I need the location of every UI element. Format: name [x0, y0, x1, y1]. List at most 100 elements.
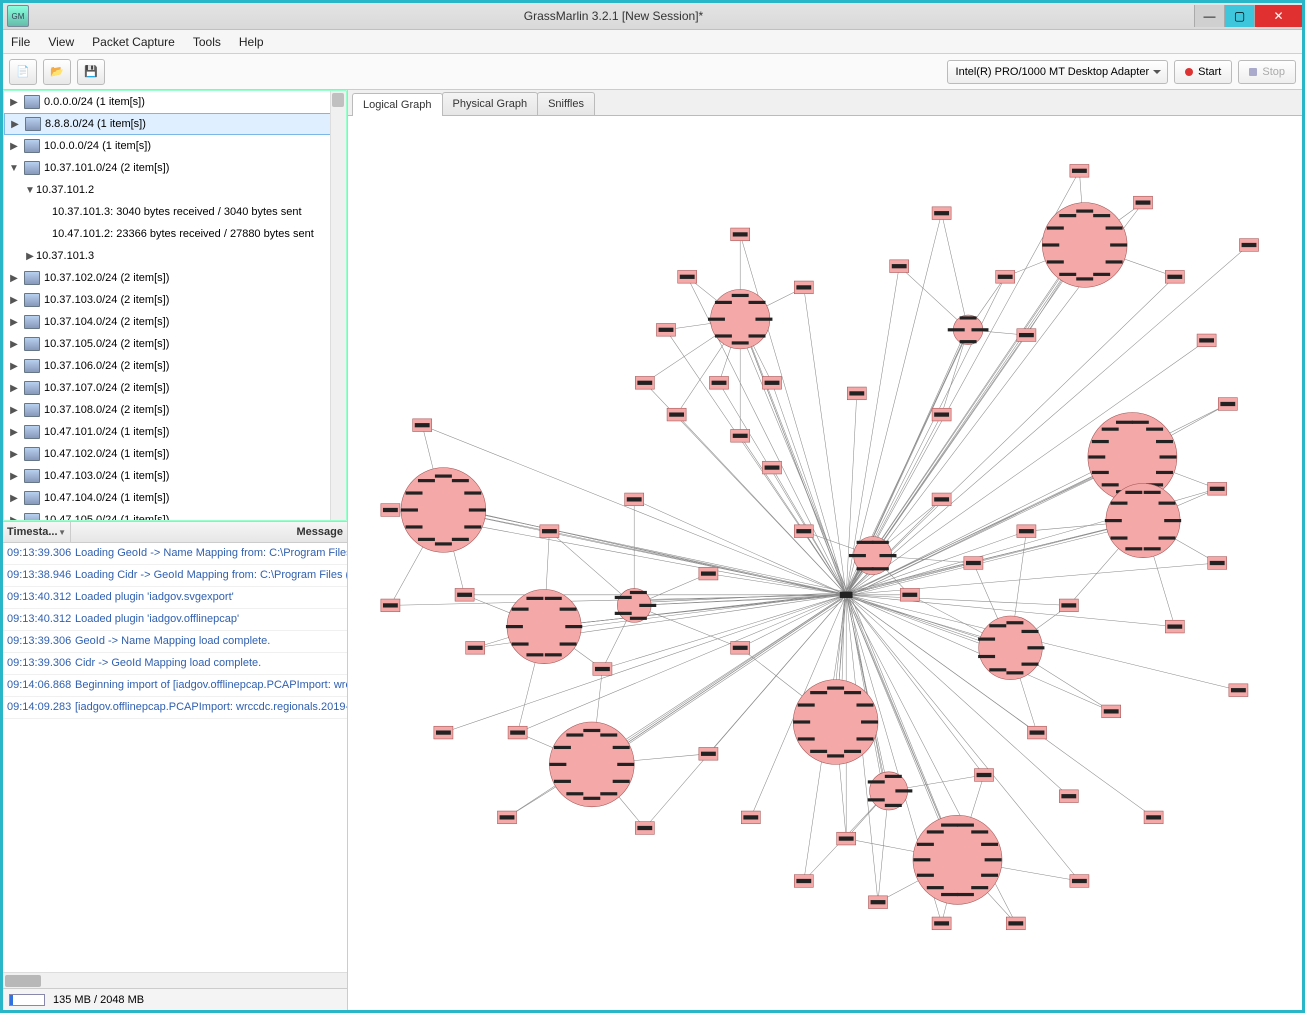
message-row[interactable]: 09:13:39.306Loading GeoId -> Name Mappin… [3, 543, 347, 565]
message-hscroll[interactable] [3, 972, 347, 988]
message-timestamp: 09:13:39.306 [3, 543, 71, 564]
message-row[interactable]: 09:13:40.312Loaded plugin 'iadgov.svgexp… [3, 587, 347, 609]
message-row[interactable]: 09:14:06.868Beginning import of [iadgov.… [3, 675, 347, 697]
message-timestamp: 09:13:39.306 [3, 653, 71, 674]
tree-row[interactable]: ▶8.8.8.0/24 (1 item[s]) [4, 113, 346, 135]
maximize-button[interactable]: ▢ [1224, 5, 1254, 27]
stop-label: Stop [1262, 66, 1285, 78]
expand-arrow-icon[interactable]: ▶ [8, 361, 20, 372]
expand-arrow-icon[interactable]: ▶ [8, 493, 20, 504]
network-adapter-select[interactable]: Intel(R) PRO/1000 MT Desktop Adapter [947, 60, 1169, 84]
menu-file[interactable]: File [11, 35, 30, 49]
expand-arrow-icon[interactable]: ▶ [8, 471, 20, 482]
message-timestamp: 09:14:09.283 [3, 697, 71, 718]
new-file-button[interactable]: 📄 [9, 59, 37, 85]
expand-arrow-icon[interactable]: ▶ [8, 405, 20, 416]
expand-arrow-icon[interactable]: ▼ [8, 163, 20, 174]
start-capture-button[interactable]: Start [1174, 60, 1232, 84]
tab-logical-graph[interactable]: Logical Graph [352, 93, 443, 116]
message-text: [iadgov.offlinepcap.PCAPImport: wrccdc.r… [71, 697, 347, 718]
tree-label: 10.37.101.2 [36, 184, 94, 196]
message-text: Beginning import of [iadgov.offlinepcap.… [71, 675, 347, 696]
menu-packet-capture[interactable]: Packet Capture [92, 35, 175, 49]
message-row[interactable]: 09:13:40.312Loaded plugin 'iadgov.offlin… [3, 609, 347, 631]
computer-icon [24, 139, 40, 153]
message-row[interactable]: 09:13:39.306GeoId -> Name Mapping load c… [3, 631, 347, 653]
open-file-button[interactable]: 📂 [43, 59, 71, 85]
expand-arrow-icon[interactable]: ▶ [8, 295, 20, 306]
expand-arrow-icon[interactable]: ▶ [8, 427, 20, 438]
tree-label: 10.0.0.0/24 (1 item[s]) [44, 140, 151, 152]
message-row[interactable]: 09:13:38.946Loading Cidr -> GeoId Mappin… [3, 565, 347, 587]
expand-arrow-icon[interactable]: ▶ [8, 449, 20, 460]
tree-row[interactable]: ▶0.0.0.0/24 (1 item[s]) [4, 91, 346, 113]
tree-row[interactable]: ▶10.37.103.0/24 (2 item[s]) [4, 289, 346, 311]
minimize-button[interactable]: — [1194, 5, 1224, 27]
expand-arrow-icon[interactable]: ▶ [24, 251, 36, 262]
adapter-label: Intel(R) PRO/1000 MT Desktop Adapter [956, 66, 1150, 78]
close-button[interactable]: ✕ [1254, 5, 1302, 27]
expand-arrow-icon[interactable]: ▶ [8, 273, 20, 284]
tree-row[interactable]: ▶10.37.104.0/24 (2 item[s]) [4, 311, 346, 333]
col-timestamp[interactable]: Timesta...▼ [3, 522, 71, 542]
menu-view[interactable]: View [48, 35, 74, 49]
record-icon [1185, 68, 1193, 76]
tree-row[interactable]: ▶ 10.47.105.0/24 (1 item[s]) [4, 509, 346, 521]
tree-row[interactable]: ▶ 10.0.0.0/24 (1 item[s]) [4, 135, 346, 157]
message-text: Cidr -> GeoId Mapping load complete. [71, 653, 347, 674]
tree-row[interactable]: ▼10.37.101.0/24 (2 item[s]) [4, 157, 346, 179]
app-icon: GM [7, 5, 29, 27]
tree-row[interactable]: ▶10.37.101.3 [4, 245, 346, 267]
tree-row[interactable]: ▶10.47.104.0/24 (1 item[s]) [4, 487, 346, 509]
tree-row[interactable]: ▶10.47.101.0/24 (1 item[s]) [4, 421, 346, 443]
computer-icon [24, 359, 40, 373]
tree-row[interactable]: 10.37.101.3: 3040 bytes received / 3040 … [4, 201, 346, 223]
computer-icon [24, 469, 40, 483]
menu-tools[interactable]: Tools [193, 35, 221, 49]
expand-arrow-icon[interactable]: ▶ [8, 383, 20, 394]
expand-arrow-icon[interactable]: ▶ [9, 119, 21, 130]
message-timestamp: 09:13:40.312 [3, 587, 71, 608]
save-button[interactable]: 💾 [77, 59, 105, 85]
tree-scrollbar[interactable] [330, 91, 346, 520]
tree-row[interactable]: ▶10.37.102.0/24 (2 item[s]) [4, 267, 346, 289]
tree-row[interactable]: ▼10.37.101.2 [4, 179, 346, 201]
tree-label: 10.47.105.0/24 (1 item[s]) [44, 514, 169, 521]
expand-arrow-icon[interactable]: ▶ [8, 97, 20, 108]
col-message[interactable]: Message [71, 522, 347, 542]
window-title: GrassMarlin 3.2.1 [New Session]* [33, 9, 1194, 23]
tree-row[interactable]: ▶10.47.103.0/24 (1 item[s]) [4, 465, 346, 487]
tree-row[interactable]: ▶10.37.108.0/24 (2 item[s]) [4, 399, 346, 421]
expand-arrow-icon[interactable]: ▼ [24, 185, 36, 196]
tree-row[interactable]: 10.47.101.2: 23366 bytes received / 2788… [4, 223, 346, 245]
message-text: Loading GeoId -> Name Mapping from: C:\P… [71, 543, 347, 564]
expand-arrow-icon[interactable]: ▶ [8, 141, 20, 152]
menu-help[interactable]: Help [239, 35, 264, 49]
expand-arrow-icon[interactable]: ▶ [8, 317, 20, 328]
stop-capture-button[interactable]: Stop [1238, 60, 1296, 84]
tree-row[interactable]: ▶10.37.106.0/24 (2 item[s]) [4, 355, 346, 377]
start-label: Start [1198, 66, 1221, 78]
logical-graph-canvas[interactable] [348, 116, 1302, 1010]
computer-icon [24, 447, 40, 461]
expand-arrow-icon[interactable]: ▶ [8, 339, 20, 350]
message-row[interactable]: 09:13:39.306Cidr -> GeoId Mapping load c… [3, 653, 347, 675]
tree-row[interactable]: ▶10.37.105.0/24 (2 item[s]) [4, 333, 346, 355]
memory-progress [9, 994, 45, 1006]
computer-icon [24, 161, 40, 175]
memory-label: 135 MB / 2048 MB [53, 994, 144, 1006]
sort-arrow-icon: ▼ [58, 528, 66, 537]
message-table[interactable]: 09:13:39.306Loading GeoId -> Name Mappin… [3, 543, 347, 972]
tree-row[interactable]: ▶10.37.107.0/24 (2 item[s]) [4, 377, 346, 399]
message-timestamp: 09:13:40.312 [3, 609, 71, 630]
tab-physical-graph[interactable]: Physical Graph [442, 92, 539, 115]
message-timestamp: 09:14:06.868 [3, 675, 71, 696]
network-tree[interactable]: ▶0.0.0.0/24 (1 item[s])▶8.8.8.0/24 (1 it… [3, 90, 347, 521]
message-timestamp: 09:13:39.306 [3, 631, 71, 652]
message-row[interactable]: 09:14:09.283[iadgov.offlinepcap.PCAPImpo… [3, 697, 347, 719]
tab-sniffles[interactable]: Sniffles [537, 92, 595, 115]
computer-icon [24, 337, 40, 351]
tree-row[interactable]: ▶10.47.102.0/24 (1 item[s]) [4, 443, 346, 465]
expand-arrow-icon[interactable]: ▶ [8, 515, 20, 522]
computer-icon [24, 491, 40, 505]
